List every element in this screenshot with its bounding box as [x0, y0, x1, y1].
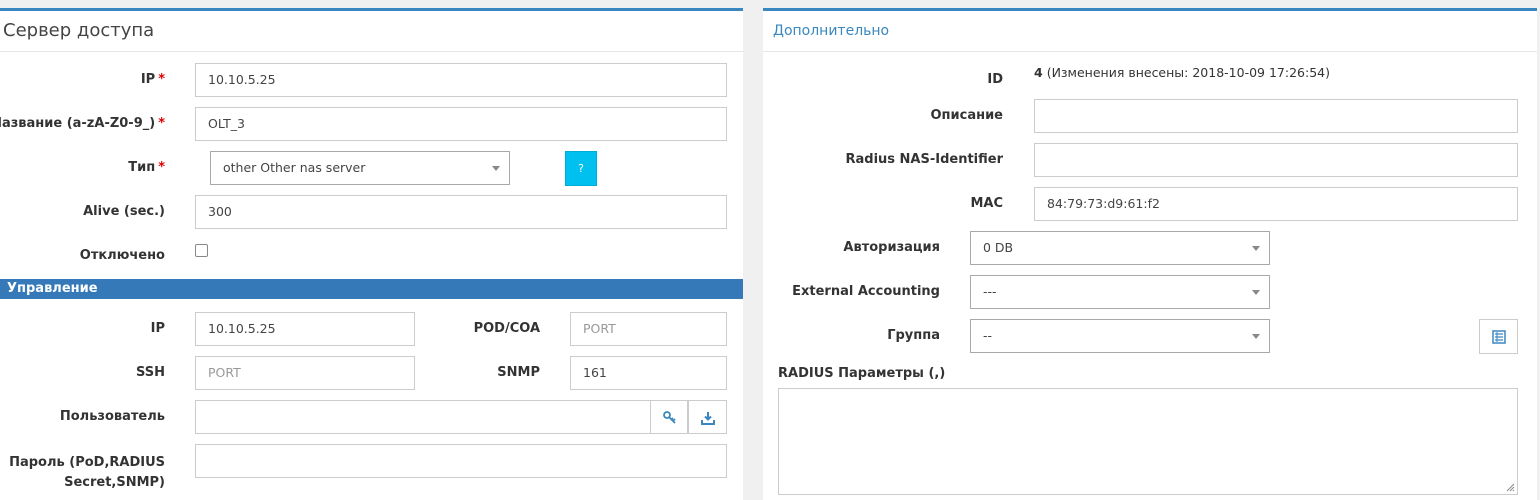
pod-coa-label: POD/COA: [473, 321, 540, 336]
ssh-port-input[interactable]: PORT: [195, 356, 415, 390]
alive-label: Alive (sec.): [83, 204, 165, 219]
group-select[interactable]: --: [970, 319, 1270, 353]
type-help-button[interactable]: ?: [565, 151, 597, 186]
panel-title: Дополнительно: [773, 23, 890, 39]
mac-input[interactable]: 84:79:73:d9:61:f2: [1034, 187, 1518, 221]
panel-header: Дополнительно: [763, 11, 1537, 52]
external-accounting-label: External Accounting: [792, 284, 940, 299]
group-list-button[interactable]: [1479, 319, 1518, 354]
chevron-down-icon: [1252, 246, 1260, 251]
description-label: Описание: [930, 108, 1003, 123]
disabled-label: Отключено: [79, 248, 165, 263]
radius-params-textarea[interactable]: [778, 388, 1518, 495]
id-modified-note: (Изменения внесены: 2018-10-09 17:26:54): [1046, 65, 1330, 80]
generate-key-button[interactable]: [650, 400, 688, 434]
management-section-header: Управление: [0, 279, 743, 299]
nas-identifier-input[interactable]: [1034, 143, 1518, 177]
type-select[interactable]: other Other nas server: [210, 151, 510, 185]
id-label: ID: [987, 72, 1003, 87]
authorization-label: Авторизация: [843, 240, 940, 255]
alive-input[interactable]: 300: [195, 195, 727, 229]
mgmt-ip-label: IP: [150, 321, 165, 336]
name-input[interactable]: OLT_3: [195, 107, 727, 141]
ip-label: IP *: [140, 72, 165, 87]
required-mark: *: [158, 72, 165, 87]
password-input[interactable]: [195, 444, 727, 478]
external-accounting-select[interactable]: ---: [970, 275, 1270, 309]
user-label: Пользователь: [59, 409, 165, 424]
description-input[interactable]: [1034, 99, 1518, 133]
disabled-checkbox[interactable]: [195, 244, 208, 257]
chevron-down-icon: [1252, 334, 1260, 339]
required-mark: *: [158, 160, 165, 175]
panel-header: Сервер доступа: [0, 11, 743, 52]
password-label-line-1: Пароль (PoD,RADIUS: [9, 455, 165, 470]
type-select-value: other Other nas server: [223, 160, 366, 175]
list-icon: [1492, 330, 1506, 344]
group-select-value: --: [983, 328, 993, 343]
access-server-panel: Сервер доступа IP * 10.10.5.25 Название (…: [0, 8, 743, 500]
ip-input[interactable]: 10.10.5.25: [195, 63, 727, 97]
mac-label: MAC: [970, 196, 1003, 211]
group-label: Группа: [887, 328, 940, 343]
authorization-select[interactable]: 0 DB: [970, 231, 1270, 265]
required-mark: *: [158, 116, 165, 131]
mgmt-ip-input[interactable]: 10.10.5.25: [195, 312, 415, 346]
download-button[interactable]: [688, 400, 727, 434]
id-number: 4: [1034, 65, 1043, 80]
type-label: Тип *: [128, 160, 165, 175]
pod-coa-port-input[interactable]: PORT: [570, 312, 727, 346]
name-label: Название (a-zA-Z0-9_) *: [0, 116, 165, 131]
id-value: 4 (Изменения внесены: 2018-10-09 17:26:5…: [1034, 65, 1330, 80]
authorization-select-value: 0 DB: [983, 240, 1014, 255]
nas-identifier-label: Radius NAS-Identifier: [845, 152, 1003, 167]
radius-params-label: RADIUS Параметры (,): [778, 366, 946, 381]
additional-panel: Дополнительно ID 4 (Изменения внесены: 2…: [763, 8, 1537, 500]
snmp-port-input[interactable]: 161: [570, 356, 727, 390]
panel-title: Сервер доступа: [3, 20, 155, 41]
download-icon: [701, 412, 715, 425]
resize-grip-icon[interactable]: [1505, 482, 1515, 492]
user-input[interactable]: [195, 400, 651, 434]
snmp-label: SNMP: [497, 365, 540, 380]
chevron-down-icon: [492, 166, 500, 171]
password-label: Пароль (PoD,RADIUS Secret,SNMP): [9, 453, 165, 493]
chevron-down-icon: [1252, 290, 1260, 295]
ssh-label: SSH: [135, 365, 165, 380]
key-icon: [663, 411, 676, 424]
external-accounting-select-value: ---: [983, 284, 997, 299]
password-label-line-2: Secret,SNMP): [64, 475, 165, 490]
